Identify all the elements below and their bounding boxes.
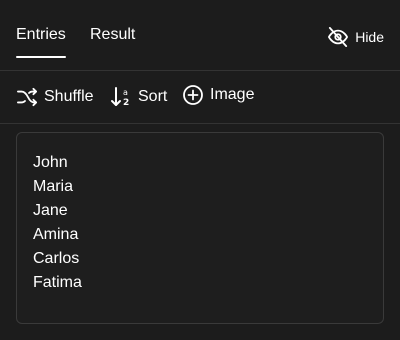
shuffle-icon bbox=[16, 87, 38, 107]
entry-line: Fatima bbox=[33, 274, 82, 291]
tab-entries[interactable]: Entries bbox=[16, 26, 66, 44]
entry-line: Maria bbox=[33, 178, 74, 195]
hide-button[interactable]: Hide bbox=[327, 26, 384, 48]
sort-az-icon: a 2 bbox=[110, 86, 132, 108]
hide-label: Hide bbox=[355, 29, 384, 45]
tabs-header: Entries Result Hide bbox=[0, 0, 400, 71]
entry-line: John bbox=[33, 154, 68, 171]
toolbar: Shuffle a 2 Sort Image bbox=[0, 72, 400, 124]
shuffle-label: Shuffle bbox=[44, 88, 94, 105]
sort-label: Sort bbox=[138, 88, 168, 105]
entry-line: Carlos bbox=[33, 250, 80, 267]
eye-off-icon bbox=[327, 27, 349, 47]
image-button[interactable]: Image bbox=[182, 84, 254, 106]
sort-button[interactable]: a 2 Sort bbox=[110, 86, 167, 108]
svg-text:2: 2 bbox=[123, 98, 129, 108]
svg-text:a: a bbox=[123, 88, 128, 97]
entry-line: Amina bbox=[33, 226, 79, 243]
active-tab-indicator bbox=[16, 56, 66, 58]
entry-line: Jane bbox=[33, 202, 68, 219]
shuffle-button[interactable]: Shuffle bbox=[16, 86, 94, 108]
plus-circle-icon bbox=[182, 84, 204, 106]
image-label: Image bbox=[210, 86, 255, 103]
entries-textarea[interactable]: John Maria Jane Amina Carlos Fatima bbox=[16, 132, 384, 324]
tab-result[interactable]: Result bbox=[90, 26, 135, 44]
